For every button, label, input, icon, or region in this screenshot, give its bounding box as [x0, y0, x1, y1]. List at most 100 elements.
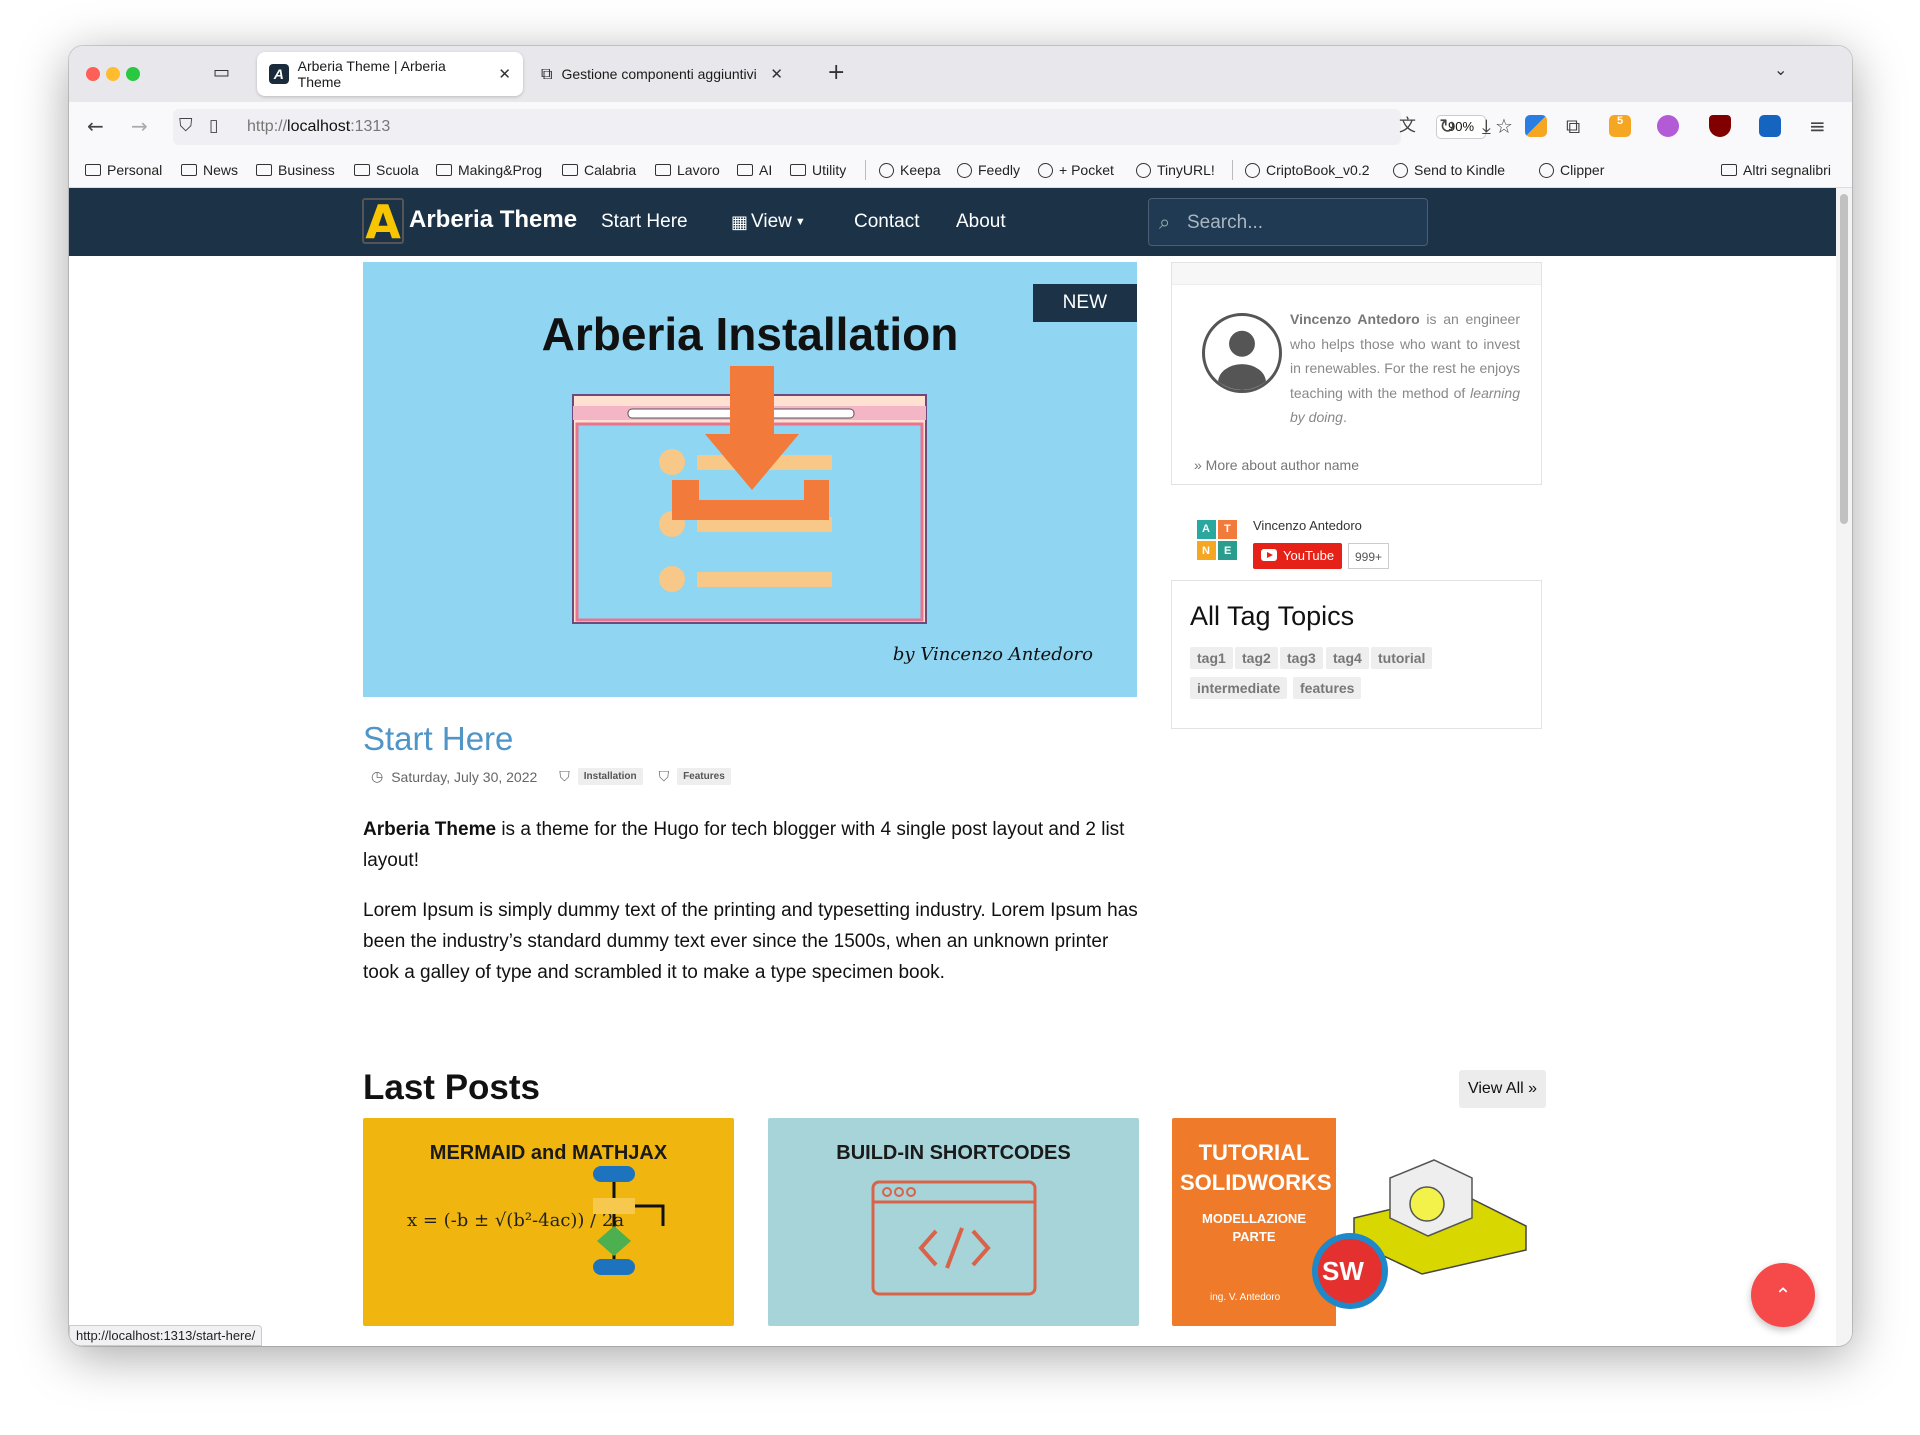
globe-icon — [1245, 162, 1260, 178]
globe-icon — [1393, 162, 1408, 178]
web-page: A Arberia Theme Start Here ▦ View ▼ Cont… — [69, 188, 1852, 1346]
cad-part-illustration — [1312, 1159, 1527, 1309]
bookmark-star-icon[interactable]: ☆ — [1495, 114, 1513, 138]
close-tab-icon[interactable]: ✕ — [770, 65, 783, 83]
bookmark-folder[interactable]: Scuola — [354, 162, 419, 178]
folder-icon — [436, 164, 452, 176]
status-bar-url: http://localhost:1313/start-here/ — [69, 1325, 263, 1346]
tag-link[interactable]: tutorial — [1371, 647, 1433, 669]
arberia-favicon-icon: A — [269, 64, 289, 84]
other-bookmarks[interactable]: Altri segnalibri — [1721, 162, 1831, 178]
close-tab-icon[interactable]: ✕ — [498, 65, 511, 83]
post-card-shortcodes[interactable]: BUILD-IN SHORTCODES — [768, 1118, 1139, 1326]
new-tab-icon[interactable]: + — [827, 60, 845, 85]
bookmark-folder[interactable]: Business — [256, 162, 335, 178]
tag-link[interactable]: tag4 — [1326, 647, 1369, 669]
bookmark-link[interactable]: Keepa — [879, 162, 940, 178]
bookmark-link[interactable]: Feedly — [957, 162, 1020, 178]
youtube-subscribe-button[interactable]: YouTube — [1253, 543, 1343, 569]
bookmark-folder[interactable]: Making&Prog — [436, 162, 542, 178]
tag-link[interactable]: tag1 — [1190, 647, 1233, 669]
back-to-top-button[interactable]: ⌃ — [1751, 1263, 1815, 1327]
bookmark-link[interactable]: Clipper — [1539, 162, 1604, 178]
solidworks-logo: SW — [1322, 1256, 1364, 1286]
tab-addons[interactable]: ⧉ Gestione componenti aggiuntivi ✕ — [529, 52, 795, 96]
tag-link[interactable]: tag2 — [1235, 647, 1278, 669]
address-bar[interactable]: ⛉ ▯ http://localhost:1313 文 90% ☆ — [173, 109, 1513, 145]
maximize-window-button[interactable] — [126, 67, 140, 81]
tag-link[interactable]: intermediate — [1190, 677, 1288, 699]
globe-icon — [1136, 162, 1151, 178]
youtube-subscriber-count: 999+ — [1348, 543, 1390, 569]
bookmark-folder[interactable]: Lavoro — [655, 162, 720, 178]
folder-icon — [181, 164, 197, 176]
forward-icon[interactable]: → — [131, 114, 148, 138]
bookmark-link[interactable]: TinyURL! — [1136, 162, 1215, 178]
tab-strip: ▭ A Arberia Theme | Arberia Theme ✕ ⧉ Ge… — [69, 46, 1852, 102]
hero-signature: by Vincenzo Antedoro — [892, 644, 1093, 665]
shield-icon[interactable]: ⛉ — [179, 114, 193, 138]
page-scrollbar[interactable] — [1836, 188, 1852, 1346]
scrollbar-thumb[interactable] — [1840, 194, 1848, 524]
url-text[interactable]: http://localhost:1313 — [247, 118, 390, 136]
bookmark-folder[interactable]: Calabria — [562, 162, 636, 178]
bookmark-folder[interactable]: Utility — [790, 162, 846, 178]
globe-icon — [879, 162, 894, 178]
ublock-icon[interactable] — [1709, 115, 1731, 137]
tag-topics-title: All Tag Topics — [1190, 601, 1355, 631]
menu-icon[interactable]: ≡ — [1809, 114, 1826, 138]
post-tag-features[interactable]: Features — [677, 768, 731, 785]
bookmark-link[interactable]: + Pocket — [1038, 162, 1114, 178]
globe-icon — [1539, 162, 1554, 178]
extension-purple-icon[interactable] — [1657, 115, 1679, 137]
search-icon: ⌕ — [1159, 210, 1171, 234]
nav-toolbar: ← → ⛉ ▯ http://localhost:1313 文 90% ☆ ↻ … — [69, 102, 1852, 152]
browser-window: ▭ A Arberia Theme | Arberia Theme ✕ ⧉ Ge… — [69, 46, 1852, 1346]
bookmark-folder[interactable]: AI — [737, 162, 772, 178]
extension-blue-icon[interactable] — [1759, 115, 1781, 137]
bookmark-link[interactable]: Send to Kindle — [1393, 162, 1505, 178]
post-card-solidworks[interactable]: TUTORIAL SOLIDWORKS MODELLAZIONE PARTE i… — [1172, 1118, 1543, 1326]
more-about-author-link[interactable]: » More about author name — [1194, 457, 1359, 473]
close-window-button[interactable] — [86, 67, 100, 81]
tag-link[interactable]: features — [1293, 677, 1362, 699]
code-window-icon — [871, 1180, 1037, 1296]
extension-1-icon[interactable] — [1525, 115, 1547, 137]
extension-badge-icon[interactable]: 5 — [1609, 115, 1631, 137]
puzzle-icon: ⧉ — [541, 64, 553, 83]
back-icon[interactable]: ← — [87, 114, 104, 138]
extensions-icon[interactable]: ⧉ — [1566, 114, 1580, 138]
post-tag-installation[interactable]: Installation — [577, 768, 643, 785]
download-icon[interactable]: ⤓ — [1482, 114, 1491, 138]
nav-contact[interactable]: Contact — [854, 211, 919, 233]
search-input[interactable]: ⌕ Search... — [1148, 198, 1428, 246]
hero-image[interactable]: NEW Arberia Installation by Vincenzo Ant… — [363, 262, 1137, 697]
translate-icon[interactable]: 文 — [1399, 114, 1416, 138]
post-card-mermaid[interactable]: MERMAID and MATHJAX x = (-b ± √(b²-4ac))… — [363, 1118, 734, 1326]
tab-arberia[interactable]: A Arberia Theme | Arberia Theme ✕ — [257, 52, 523, 96]
tags-icon: ⛉ — [559, 768, 570, 785]
nav-view-dropdown[interactable]: ▦ View ▼ — [731, 211, 806, 233]
caret-down-icon: ▼ — [794, 216, 806, 228]
tab-overview-icon[interactable]: ▭ — [213, 62, 230, 83]
reload-icon[interactable]: ↻ — [1439, 114, 1456, 138]
view-all-button[interactable]: View All » — [1459, 1070, 1546, 1108]
bookmark-folder[interactable]: Personal — [85, 162, 162, 178]
youtube-channel-name: Vincenzo Antedoro — [1253, 518, 1362, 533]
author-card: Vincenzo Antedoro is an engineer who hel… — [1171, 262, 1542, 485]
minimize-window-button[interactable] — [106, 67, 120, 81]
folder-icon — [85, 164, 101, 176]
nav-start-here[interactable]: Start Here — [601, 211, 688, 233]
tab-label: Gestione componenti aggiuntivi — [561, 66, 757, 82]
post-title-link[interactable]: Start Here — [363, 720, 513, 758]
nav-about[interactable]: About — [956, 211, 1006, 233]
flowchart-illustration — [593, 1166, 665, 1275]
folder-icon — [655, 164, 671, 176]
folder-icon — [562, 164, 578, 176]
site-brand[interactable]: Arberia Theme — [409, 206, 577, 234]
bookmark-folder[interactable]: News — [181, 162, 238, 178]
bookmark-link[interactable]: CriptoBook_v0.2 — [1245, 162, 1370, 178]
tag-link[interactable]: tag3 — [1280, 647, 1323, 669]
site-logo[interactable]: A — [362, 198, 404, 245]
tab-list-chevron-icon[interactable]: ⌄ — [1774, 60, 1787, 79]
